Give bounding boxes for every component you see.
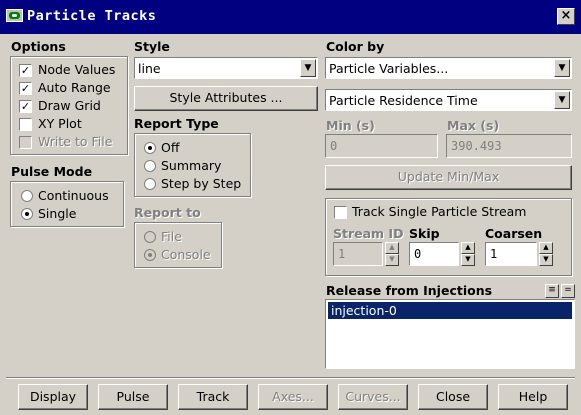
report-to-heading: Report to xyxy=(134,205,201,220)
min-label: Min (s) xyxy=(326,118,375,133)
spin-down-icon: ▼ xyxy=(385,254,399,266)
report-type-heading: Report Type xyxy=(134,116,219,131)
color-by-category-dropdown[interactable]: Particle Variables... ▼ xyxy=(325,57,572,79)
update-min-max-button: Update Min/Max xyxy=(325,165,572,190)
spin-down-icon[interactable]: ▼ xyxy=(539,254,553,266)
report-step-by-step-radio[interactable] xyxy=(144,178,156,190)
chevron-down-icon[interactable]: ▼ xyxy=(554,91,570,109)
pulse-button[interactable]: Pulse xyxy=(98,384,168,410)
stream-id-label: Stream ID xyxy=(333,226,404,241)
curves-button: Curves... xyxy=(338,384,408,410)
auto-range-checkbox[interactable]: ✓ xyxy=(19,82,32,95)
style-attributes-button[interactable]: Style Attributes ... xyxy=(134,86,318,111)
select-all-icon[interactable]: ≡ xyxy=(545,284,559,298)
track-single-stream-checkbox[interactable] xyxy=(334,206,347,219)
track-single-stream-label: Track Single Particle Stream xyxy=(352,204,527,219)
pulse-mode-group: Continuous Single xyxy=(10,181,124,227)
stream-id-spinner: ▲ ▼ xyxy=(385,242,399,266)
report-to-group: File Console xyxy=(134,222,222,268)
xy-plot-checkbox[interactable] xyxy=(19,118,32,131)
report-off-label: Off xyxy=(161,140,180,155)
single-radio[interactable] xyxy=(21,208,33,220)
report-summary-label: Summary xyxy=(161,158,222,173)
skip-field[interactable]: 0 xyxy=(409,242,459,266)
report-to-file-radio xyxy=(144,231,156,243)
pulse-mode-heading: Pulse Mode xyxy=(11,164,93,179)
single-label: Single xyxy=(38,206,77,221)
max-label: Max (s) xyxy=(447,118,500,133)
report-step-by-step-label: Step by Step xyxy=(161,176,242,191)
write-to-file-label: Write to File xyxy=(38,134,113,149)
continuous-radio[interactable] xyxy=(21,190,33,202)
coarsen-spinner[interactable]: ▲ ▼ xyxy=(539,242,553,266)
style-dropdown[interactable]: line ▼ xyxy=(134,57,318,79)
chevron-down-icon[interactable]: ▼ xyxy=(300,59,316,77)
spin-up-icon: ▲ xyxy=(385,242,399,254)
close-button[interactable]: Close xyxy=(418,384,488,410)
window-title: Particle Tracks xyxy=(27,8,157,24)
auto-range-label: Auto Range xyxy=(38,80,111,95)
style-dropdown-value: line xyxy=(138,61,161,76)
coarsen-label: Coarsen xyxy=(485,226,543,241)
report-type-group: Off Summary Step by Step xyxy=(134,133,251,197)
stream-id-field: 1 xyxy=(333,242,383,266)
report-off-radio[interactable] xyxy=(144,142,156,154)
list-item[interactable]: injection-0 xyxy=(328,302,572,319)
node-values-checkbox[interactable]: ✓ xyxy=(19,64,32,77)
chevron-down-icon[interactable]: ▼ xyxy=(554,59,570,77)
injections-list[interactable]: injection-0 xyxy=(325,299,575,369)
divider xyxy=(6,377,575,379)
particle-stream-group: Track Single Particle Stream Stream ID 1… xyxy=(325,198,572,276)
color-by-variable-dropdown[interactable]: Particle Residence Time ▼ xyxy=(325,89,572,111)
skip-label: Skip xyxy=(409,226,440,241)
max-field: 390.493 xyxy=(446,134,572,158)
track-button[interactable]: Track xyxy=(178,384,248,410)
options-group: ✓ Node Values ✓ Auto Range ✓ Draw Grid X… xyxy=(10,56,128,155)
report-to-console-label: Console xyxy=(161,247,211,262)
report-to-console-radio xyxy=(144,249,156,261)
color-by-variable-value: Particle Residence Time xyxy=(329,93,478,108)
release-heading: Release from Injections xyxy=(326,283,493,298)
close-window-button[interactable]: × xyxy=(557,8,575,25)
draw-grid-checkbox[interactable]: ✓ xyxy=(19,100,32,113)
spin-up-icon[interactable]: ▲ xyxy=(539,242,553,254)
node-values-label: Node Values xyxy=(38,62,116,77)
xy-plot-label: XY Plot xyxy=(38,116,82,131)
coarsen-field[interactable]: 1 xyxy=(485,242,537,266)
color-by-category-value: Particle Variables... xyxy=(329,61,449,76)
draw-grid-label: Draw Grid xyxy=(38,98,101,113)
particle-tracks-dialog: Particle Tracks × Options ✓ Node Values … xyxy=(0,0,581,415)
deselect-all-icon[interactable]: = xyxy=(561,284,575,298)
min-field: 0 xyxy=(325,134,438,158)
style-heading: Style xyxy=(134,39,170,54)
axes-button: Axes... xyxy=(258,384,328,410)
title-bar[interactable]: Particle Tracks × xyxy=(0,0,581,34)
skip-spinner[interactable]: ▲ ▼ xyxy=(461,242,475,266)
display-button[interactable]: Display xyxy=(18,384,88,410)
report-to-file-label: File xyxy=(161,229,182,244)
continuous-label: Continuous xyxy=(38,188,109,203)
spin-up-icon[interactable]: ▲ xyxy=(461,242,475,254)
report-summary-radio[interactable] xyxy=(144,160,156,172)
options-heading: Options xyxy=(11,39,66,54)
color-by-heading: Color by xyxy=(326,39,385,54)
app-icon xyxy=(6,9,23,22)
spin-down-icon[interactable]: ▼ xyxy=(461,254,475,266)
write-to-file-checkbox xyxy=(19,136,32,149)
help-button[interactable]: Help xyxy=(498,384,568,410)
